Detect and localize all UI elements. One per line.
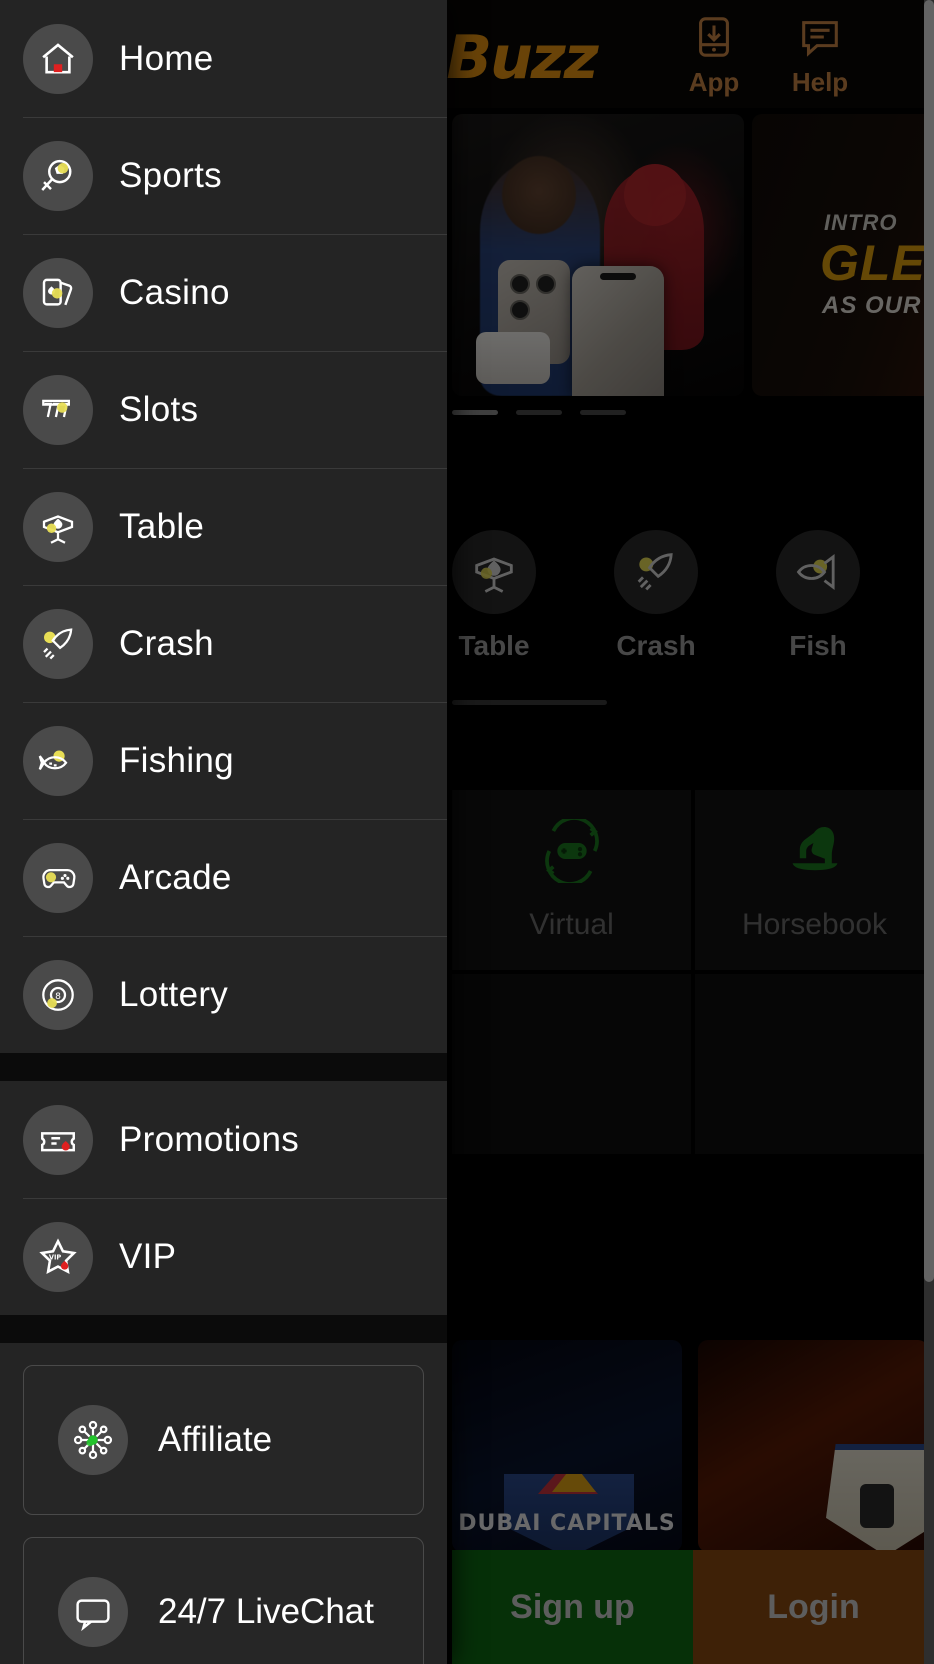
- sidebar-item-crash[interactable]: Crash: [0, 585, 447, 702]
- sidebar-item-label: Promotions: [119, 1119, 300, 1159]
- gamepad-icon: [23, 842, 93, 913]
- drawer-section-cards: Affiliate: [0, 1343, 447, 1515]
- sidebar-item-affiliate[interactable]: Affiliate: [23, 1365, 424, 1515]
- drawer-section-main: Home Sports Casino Slots Table Crash Fis…: [0, 0, 447, 1053]
- sidebar-item-label: Sports: [119, 155, 222, 195]
- sidebar-item-casino[interactable]: Casino: [0, 234, 447, 351]
- affiliate-network-icon: [58, 1405, 128, 1475]
- sidebar-item-label: Casino: [119, 272, 230, 312]
- sidebar-item-home[interactable]: Home: [0, 0, 447, 117]
- sidebar-item-vip[interactable]: VIP VIP: [0, 1198, 447, 1315]
- poker-table-icon: [23, 491, 93, 562]
- sidebar-item-label: Arcade: [119, 857, 232, 897]
- sidebar-item-arcade[interactable]: Arcade: [0, 819, 447, 936]
- soccer-ball-icon: [23, 140, 93, 211]
- sidebar-item-label: Home: [119, 38, 214, 78]
- ticket-icon: [23, 1104, 93, 1175]
- lottery-ball-8-icon: 8: [23, 959, 93, 1030]
- sidebar-item-label: Fishing: [119, 740, 234, 780]
- fish-icon: [23, 725, 93, 796]
- svg-text:VIP: VIP: [49, 1253, 62, 1261]
- sidebar-item-label: Lottery: [119, 974, 229, 1014]
- sidebar-item-sports[interactable]: Sports: [0, 117, 447, 234]
- drawer-scrollbar-thumb[interactable]: [924, 0, 934, 1282]
- sidebar-item-label: Table: [119, 506, 205, 546]
- sidebar-item-label: Slots: [119, 389, 199, 429]
- livechat-icon: [58, 1577, 128, 1647]
- sidebar-item-label: 24/7 LiveChat: [158, 1592, 374, 1631]
- sidebar-item-label: VIP: [119, 1236, 177, 1276]
- sidebar-item-fishing[interactable]: Fishing: [0, 702, 447, 819]
- vip-star-icon: VIP: [23, 1221, 93, 1292]
- playing-cards-icon: [23, 257, 93, 328]
- sidebar-item-lottery[interactable]: 8 Lottery: [0, 936, 447, 1053]
- drawer-section-promotions: Promotions VIP VIP: [0, 1081, 447, 1315]
- sidebar-item-label: Affiliate: [158, 1420, 273, 1459]
- sidebar-item-label: Crash: [119, 623, 214, 663]
- drawer-section-livechat: 24/7 LiveChat: [0, 1515, 447, 1664]
- navigation-drawer[interactable]: Home Sports Casino Slots Table Crash Fis…: [0, 0, 447, 1664]
- sidebar-item-table[interactable]: Table: [0, 468, 447, 585]
- home-icon: [23, 23, 93, 94]
- rocket-icon: [23, 608, 93, 679]
- slot-777-icon: [23, 374, 93, 445]
- sidebar-item-promotions[interactable]: Promotions: [0, 1081, 447, 1198]
- sidebar-item-livechat[interactable]: 24/7 LiveChat: [23, 1537, 424, 1664]
- drawer-section-divider: [0, 1315, 447, 1343]
- drawer-section-divider: [0, 1053, 447, 1081]
- sidebar-item-slots[interactable]: Slots: [0, 351, 447, 468]
